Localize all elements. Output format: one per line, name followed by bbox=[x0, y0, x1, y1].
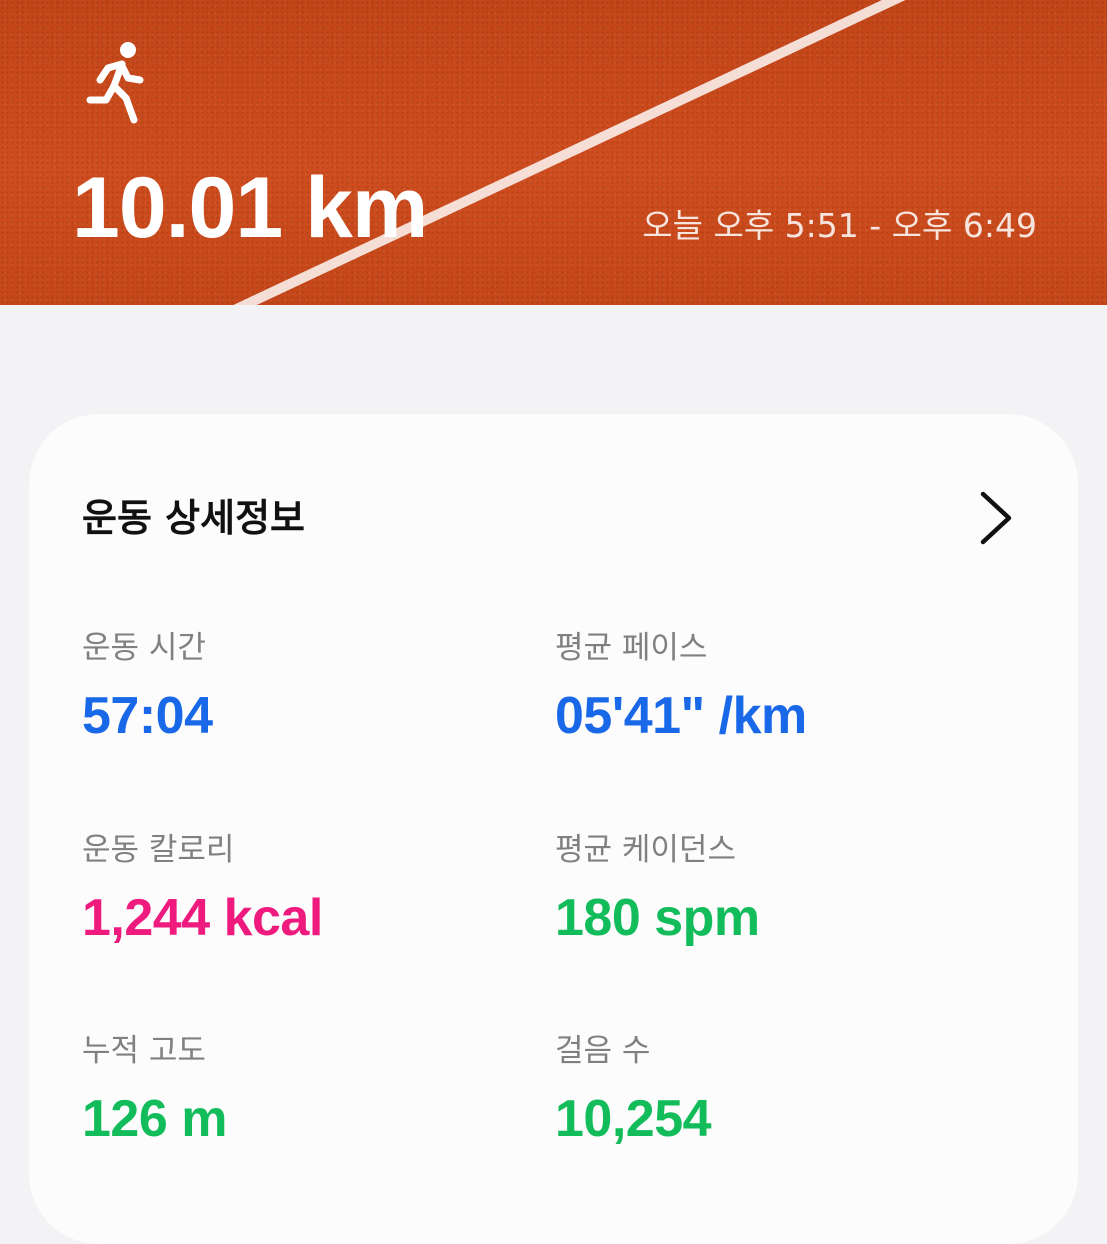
card-title: 운동 상세정보 bbox=[82, 496, 305, 540]
stat-label: 걸음 수 bbox=[555, 1033, 651, 1069]
workout-time-range: 오늘 오후 5:51 - 오후 6:49 bbox=[642, 206, 1037, 245]
stat-label: 평균 페이스 bbox=[555, 630, 708, 666]
running-person-icon bbox=[86, 42, 144, 124]
stat-average-pace: 평균 페이스 05'41" /km bbox=[555, 628, 807, 746]
total-distance: 10.01 km bbox=[72, 160, 428, 256]
track-lane-lines bbox=[233, 0, 906, 305]
chevron-right-icon[interactable] bbox=[977, 488, 1017, 548]
stat-elevation-gain: 누적 고도 126 m bbox=[82, 1031, 227, 1149]
stat-value: 126 m bbox=[82, 1090, 227, 1148]
stat-label: 누적 고도 bbox=[82, 1033, 206, 1069]
stat-workout-time: 운동 시간 57:04 bbox=[82, 628, 213, 746]
stat-label: 평균 케이던스 bbox=[555, 832, 736, 868]
stat-label: 운동 시간 bbox=[82, 630, 206, 666]
stat-value: 180 spm bbox=[555, 889, 760, 947]
stat-label: 운동 칼로리 bbox=[82, 832, 235, 868]
stat-value: 05'41" /km bbox=[555, 687, 807, 745]
stat-calories: 운동 칼로리 1,244 kcal bbox=[82, 830, 323, 948]
stat-average-cadence: 평균 케이던스 180 spm bbox=[555, 830, 760, 948]
track-header-banner: 10.01 km 오늘 오후 5:51 - 오후 6:49 bbox=[0, 0, 1107, 305]
stat-value: 57:04 bbox=[82, 687, 213, 745]
stat-value: 10,254 bbox=[555, 1090, 712, 1148]
workout-details-card[interactable]: 운동 상세정보 운동 시간 57:04 평균 페이스 05'41" /km 운동… bbox=[29, 414, 1078, 1244]
stat-step-count: 걸음 수 10,254 bbox=[555, 1031, 712, 1149]
stat-value: 1,244 kcal bbox=[82, 889, 323, 947]
